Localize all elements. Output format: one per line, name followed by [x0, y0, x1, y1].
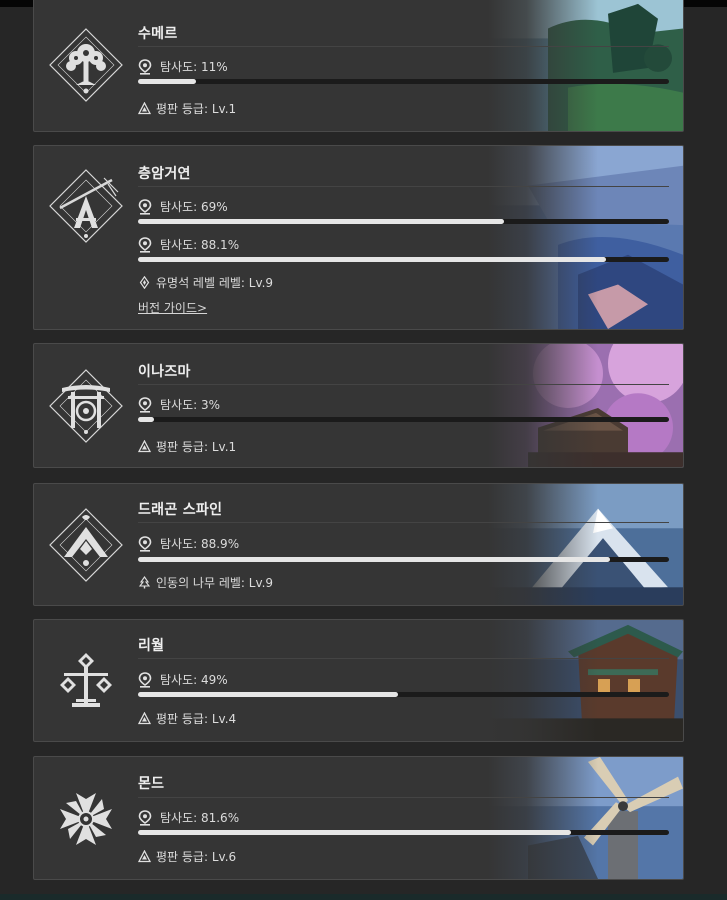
reputation-text: 평판 등급: Lv.1 [156, 440, 237, 454]
map-pin-icon [138, 535, 152, 552]
divider [138, 46, 669, 47]
reputation-icon [138, 850, 151, 863]
exploration-progress-bar [138, 417, 669, 422]
region-title: 수메르 [138, 26, 178, 42]
map-pin-icon [138, 671, 152, 688]
region-card-sumeru[interactable]: 수메르 탐사도: 11% 평판 등급: Lv.1 [33, 0, 684, 132]
exploration-text: 탐사도: 3% [160, 398, 221, 412]
mondstadt-scenery [488, 757, 683, 879]
frostbearing-tree-text: 인동의 나무 레벨: Lv.9 [156, 576, 274, 590]
exploration-progress-bar [138, 257, 669, 262]
exploration-progress-label: 탐사도: 88.9% [138, 535, 239, 552]
exploration-progress-label: 탐사도: 81.6% [138, 809, 239, 826]
exploration-progress-bar [138, 692, 669, 697]
exploration-progress-bar [138, 79, 669, 84]
region-card-liyue[interactable]: 리월 탐사도: 49% 평판 등급: Lv.4 [33, 619, 684, 742]
exploration-text: 탐사도: 49% [160, 673, 228, 687]
map-pin-icon [138, 396, 152, 413]
exploration-progress-fill [138, 219, 505, 224]
exploration-progress-fill [138, 417, 154, 422]
region-card-chasm[interactable]: 층암거연 탐사도: 69% 탐사도: 88.1% 유명석 레벨 레벨: Lv.9 [33, 145, 684, 330]
region-title: 리월 [138, 638, 165, 654]
exploration-text: 탐사도: 81.6% [160, 811, 240, 825]
reputation-level: 평판 등급: Lv.1 [138, 100, 236, 117]
exploration-progress-fill [138, 79, 197, 84]
exploration-text: 탐사도: 69% [160, 200, 228, 214]
exploration-progress-fill [138, 830, 572, 835]
reputation-text: 평판 등급: Lv.6 [156, 850, 237, 864]
divider [138, 658, 669, 659]
liyue-emblem-icon [46, 641, 126, 721]
inazuma-emblem-icon [46, 366, 126, 446]
mondstadt-emblem-icon [46, 779, 126, 859]
liyue-scenery [488, 620, 683, 741]
exploration-progress-label: 탐사도: 3% [138, 396, 220, 413]
exploration-progress-label: 탐사도: 69% [138, 198, 228, 215]
dragonspine-scenery [488, 484, 683, 605]
map-pin-icon [138, 198, 152, 215]
frostbearing-tree-level: 인동의 나무 레벨: Lv.9 [138, 574, 273, 591]
map-pin-icon [138, 58, 152, 75]
reputation-icon [138, 102, 151, 115]
exploration-text: 탐사도: 88.1% [160, 238, 240, 252]
divider [138, 186, 669, 187]
dragonspine-emblem-icon [46, 505, 126, 585]
reputation-icon [138, 712, 151, 725]
sumeru-scenery [488, 0, 683, 131]
reputation-level: 평판 등급: Lv.6 [138, 848, 236, 865]
lumenstone-icon [138, 276, 151, 289]
version-guide-link[interactable]: 버전 가이드> [138, 299, 207, 316]
inazuma-scenery [488, 344, 683, 467]
chasm-scenery [488, 146, 683, 329]
exploration-progress-fill [138, 692, 399, 697]
chasm-emblem-icon [46, 166, 126, 246]
region-card-dragonspine[interactable]: 드래곤 스파인 탐사도: 88.9% 인동의 나무 레벨: Lv.9 [33, 483, 684, 606]
exploration-progress-bar [138, 557, 669, 562]
reputation-text: 평판 등급: Lv.1 [156, 102, 237, 116]
map-pin-icon [138, 809, 152, 826]
region-title: 이나즈마 [138, 364, 191, 380]
reputation-level: 평판 등급: Lv.4 [138, 710, 236, 727]
lumenstone-text: 유명석 레벨 레벨: Lv.9 [156, 276, 274, 290]
bottom-edge [0, 894, 727, 900]
exploration-progress-label: 탐사도: 49% [138, 671, 228, 688]
sumeru-emblem-icon [46, 25, 126, 105]
exploration-progress-bar [138, 830, 669, 835]
divider [138, 797, 669, 798]
exploration-text: 탐사도: 11% [160, 60, 228, 74]
reputation-level: 평판 등급: Lv.1 [138, 438, 236, 455]
map-pin-icon [138, 236, 152, 253]
reputation-text: 평판 등급: Lv.4 [156, 712, 237, 726]
exploration-progress-fill [138, 257, 606, 262]
region-card-mondstadt[interactable]: 몬드 탐사도: 81.6% 평판 등급: Lv.6 [33, 756, 684, 880]
divider [138, 384, 669, 385]
exploration-progress-label: 탐사도: 88.1% [138, 236, 239, 253]
region-card-inazuma[interactable]: 이나즈마 탐사도: 3% 평판 등급: Lv.1 [33, 343, 684, 468]
exploration-text: 탐사도: 88.9% [160, 537, 240, 551]
region-title: 층암거연 [138, 166, 191, 182]
frostbearing-tree-icon [138, 576, 151, 589]
lumenstone-level: 유명석 레벨 레벨: Lv.9 [138, 274, 273, 291]
divider [138, 522, 669, 523]
exploration-progress-label: 탐사도: 11% [138, 58, 228, 75]
exploration-progress-bar [138, 219, 669, 224]
exploration-progress-fill [138, 557, 611, 562]
reputation-icon [138, 440, 151, 453]
region-title: 몬드 [138, 776, 165, 792]
region-title: 드래곤 스파인 [138, 502, 223, 518]
